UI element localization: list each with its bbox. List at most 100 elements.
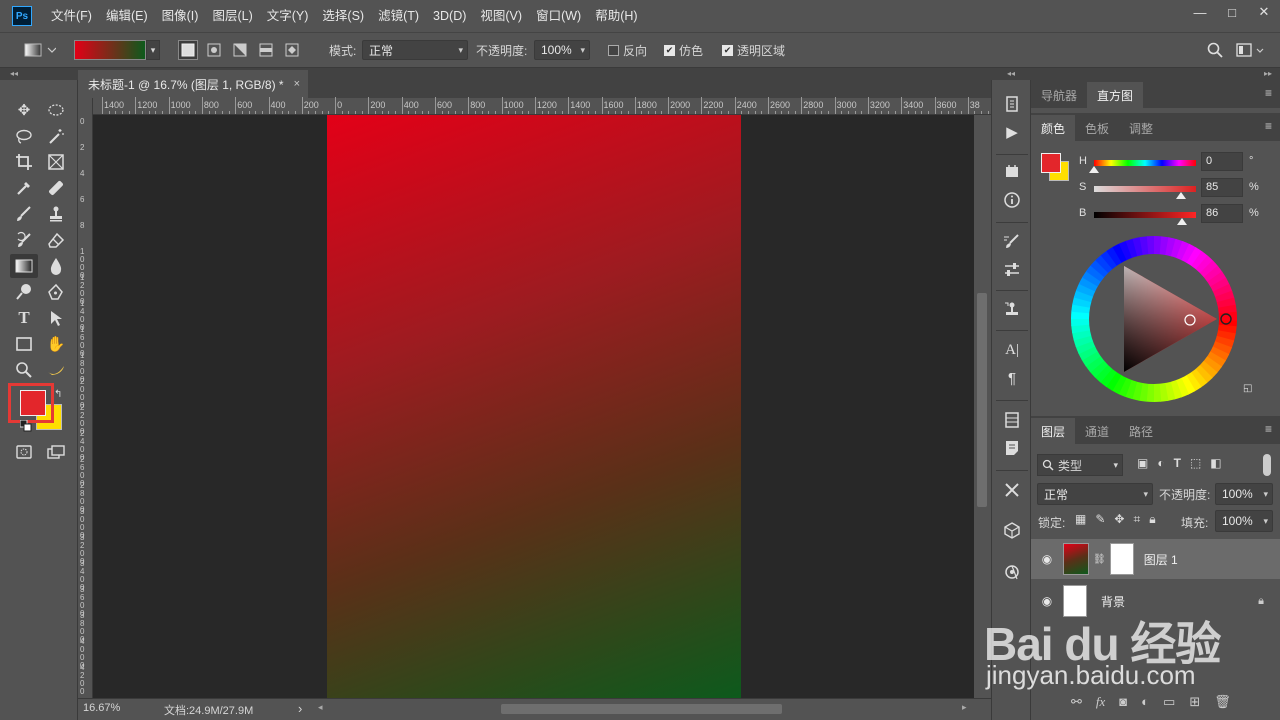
- paragraph-panel-icon[interactable]: ¶: [999, 366, 1025, 390]
- saturation-input[interactable]: 85: [1201, 178, 1243, 197]
- play-actions-icon[interactable]: ▶: [999, 120, 1025, 144]
- diamond-gradient-button[interactable]: [282, 40, 302, 60]
- brightness-input[interactable]: 86: [1201, 204, 1243, 223]
- healing-brush-tool-icon[interactable]: [42, 176, 70, 200]
- blur-tool-icon[interactable]: [42, 254, 70, 278]
- lock-transparent-icon[interactable]: ▦: [1075, 512, 1086, 527]
- checkbox-dither-box[interactable]: ✔: [664, 44, 675, 56]
- menu-window[interactable]: 窗口(W): [529, 0, 588, 32]
- toolbar-collapse-handle[interactable]: ◂◂: [0, 68, 78, 80]
- properties-panel-icon[interactable]: [999, 160, 1025, 184]
- eyedropper-tool-icon[interactable]: [10, 176, 38, 200]
- menu-filter[interactable]: 滤镜(T): [371, 0, 426, 32]
- filter-pixel-icon[interactable]: ▣: [1137, 456, 1148, 470]
- blend-mode-select[interactable]: 正常 ▾: [1037, 483, 1153, 505]
- clone-stamp-tool-icon[interactable]: [42, 202, 70, 226]
- search-icon[interactable]: [1206, 39, 1224, 61]
- new-group-icon[interactable]: ▭: [1163, 694, 1175, 710]
- history-brush-tool-icon[interactable]: [10, 228, 38, 252]
- screen-mode-icon[interactable]: [42, 440, 70, 464]
- color-wheel[interactable]: [1071, 236, 1237, 402]
- scroll-right-arrow[interactable]: ▸: [962, 702, 967, 713]
- adjustments-sliders-icon[interactable]: [999, 258, 1025, 282]
- zoom-level[interactable]: 16.67%: [83, 702, 120, 714]
- menu-layer[interactable]: 图层(L): [205, 0, 259, 32]
- default-colors-icon[interactable]: [19, 419, 32, 435]
- transparency-checkbox[interactable]: ✔ 透明区域: [722, 39, 785, 61]
- tab-color[interactable]: 颜色: [1031, 115, 1076, 141]
- status-menu-arrow[interactable]: ›: [298, 701, 302, 716]
- brush-settings-icon[interactable]: [999, 230, 1025, 254]
- hand-tool-icon[interactable]: ✋: [42, 332, 70, 356]
- panel-menu-icon[interactable]: ≡: [1265, 86, 1272, 100]
- new-layer-icon[interactable]: ⊞: [1189, 694, 1200, 710]
- tab-adjustments[interactable]: 调整: [1119, 115, 1163, 141]
- brush-tool-icon[interactable]: [10, 202, 38, 226]
- timeline-icon[interactable]: [999, 560, 1025, 584]
- workspace-switcher[interactable]: [1236, 39, 1266, 61]
- frame-tool-icon[interactable]: [42, 150, 70, 174]
- linear-gradient-button[interactable]: [178, 40, 198, 60]
- visibility-eye-icon[interactable]: ◉: [1037, 552, 1057, 566]
- libraries-icon[interactable]: [999, 408, 1025, 432]
- tab-layers[interactable]: 图层: [1031, 418, 1076, 444]
- magic-wand-tool-icon[interactable]: [42, 124, 70, 148]
- angle-gradient-button[interactable]: [230, 40, 250, 60]
- swap-colors-icon[interactable]: ↰: [54, 389, 62, 400]
- menu-image[interactable]: 图像(I): [155, 0, 206, 32]
- horizontal-ruler[interactable]: 1400 1200 1000 800 600 400 200 0 200 400 600 800 100…: [93, 97, 996, 115]
- marquee-tool-icon[interactable]: [42, 98, 70, 122]
- filter-toggle-switch[interactable]: [1263, 454, 1271, 476]
- delete-layer-icon[interactable]: 🗑︎: [1214, 694, 1231, 710]
- tool-preset-picker[interactable]: [22, 39, 56, 61]
- dodge-tool-icon[interactable]: [10, 280, 38, 304]
- lock-artboard-icon[interactable]: ⌗: [1133, 512, 1140, 527]
- rectangle-tool-icon[interactable]: [10, 332, 38, 356]
- vertical-ruler[interactable]: 0 2 4 6 8 1000 1200 1400 1600 1800 2000 2200 2400 260…: [78, 98, 93, 698]
- filter-smart-object-icon[interactable]: ◧: [1210, 456, 1221, 470]
- character-panel-icon[interactable]: A|: [999, 338, 1025, 362]
- layer-row-layer1[interactable]: ◉ ⛓ 图层 1: [1031, 539, 1280, 579]
- layer-thumbnail[interactable]: [1063, 543, 1089, 575]
- history-panel-icon[interactable]: [999, 92, 1025, 116]
- chevron-down-icon[interactable]: ▾: [146, 40, 160, 60]
- layer-name[interactable]: 图层 1: [1144, 551, 1178, 568]
- fill-input[interactable]: 100% ▾: [1215, 510, 1273, 532]
- mask-link-icon[interactable]: ⛓: [1093, 554, 1106, 565]
- out-of-gamut-icon[interactable]: ◱: [1243, 383, 1252, 394]
- reflected-gradient-button[interactable]: [256, 40, 276, 60]
- menu-type[interactable]: 文字(Y): [260, 0, 316, 32]
- layer-style-icon[interactable]: fx: [1096, 694, 1105, 710]
- pen-tool-icon[interactable]: [42, 280, 70, 304]
- tab-paths[interactable]: 路径: [1119, 418, 1163, 444]
- canvas-document[interactable]: [327, 115, 741, 698]
- opacity-input[interactable]: 100% ▾: [534, 39, 590, 61]
- lock-image-icon[interactable]: ✎: [1095, 512, 1105, 527]
- add-mask-icon[interactable]: ◙: [1119, 694, 1127, 710]
- lasso-tool-icon[interactable]: [10, 124, 38, 148]
- panel-menu-icon[interactable]: ≡: [1265, 119, 1272, 133]
- layer-filter-select[interactable]: 类型 ▾: [1037, 454, 1123, 476]
- saturation-slider-thumb[interactable]: [1175, 192, 1186, 199]
- checkbox-reverse-box[interactable]: [608, 44, 619, 56]
- notes-icon[interactable]: [999, 436, 1025, 460]
- tool-presets-icon[interactable]: [999, 478, 1025, 502]
- gradient-swatch[interactable]: [74, 40, 146, 60]
- move-tool-icon[interactable]: ✥: [10, 98, 38, 122]
- info-icon[interactable]: [999, 188, 1025, 212]
- adjustment-layer-icon[interactable]: ◐: [1141, 694, 1149, 710]
- 3d-panel-icon[interactable]: [999, 518, 1025, 542]
- reverse-checkbox[interactable]: 反向: [608, 39, 647, 61]
- eraser-tool-icon[interactable]: [42, 228, 70, 252]
- quick-mask-icon[interactable]: [10, 440, 38, 464]
- close-tab-icon[interactable]: ×: [294, 78, 300, 90]
- gradient-picker[interactable]: ▾: [74, 39, 162, 61]
- maximize-button[interactable]: □: [1216, 0, 1248, 24]
- tab-swatches[interactable]: 色板: [1075, 115, 1119, 141]
- filter-shape-icon[interactable]: ⬚: [1190, 456, 1201, 470]
- dither-checkbox[interactable]: ✔ 仿色: [664, 39, 703, 61]
- hue-slider[interactable]: [1094, 160, 1196, 166]
- mode-select[interactable]: 正常 ▾: [362, 39, 468, 61]
- layer-opacity-input[interactable]: 100% ▾: [1215, 483, 1273, 505]
- menu-select[interactable]: 选择(S): [315, 0, 371, 32]
